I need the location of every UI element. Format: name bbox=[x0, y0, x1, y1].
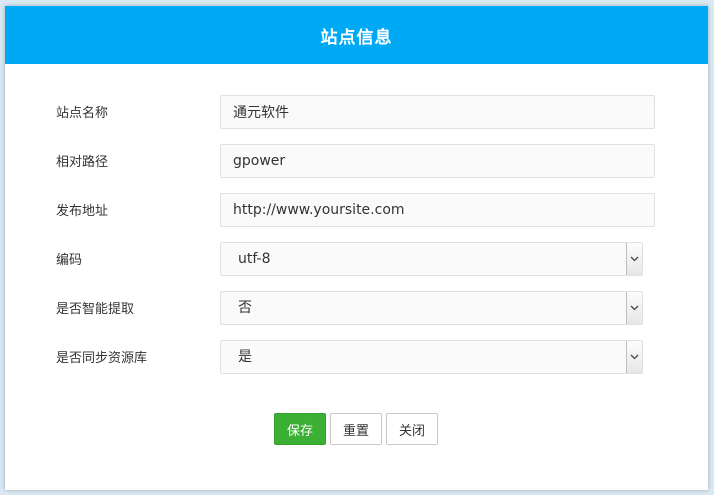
site-name-label: 站点名称 bbox=[56, 106, 109, 121]
form-row-sync-resource: 是否同步资源库 是 bbox=[5, 340, 708, 374]
sync-resource-select-value: 是 bbox=[238, 349, 252, 365]
smart-extract-label: 是否智能提取 bbox=[56, 302, 135, 317]
sync-resource-select[interactable]: 是 bbox=[220, 340, 643, 374]
sync-resource-label: 是否同步资源库 bbox=[56, 351, 148, 366]
chevron-down-icon bbox=[630, 305, 639, 311]
reset-button[interactable]: 重置 bbox=[330, 413, 382, 445]
smart-extract-select[interactable]: 否 bbox=[220, 291, 643, 325]
chevron-down-icon bbox=[630, 354, 639, 360]
form-row-site-name: 站点名称 bbox=[5, 95, 708, 129]
chevron-down-icon bbox=[630, 256, 639, 262]
form-row-publish-url: 发布地址 bbox=[5, 193, 708, 227]
form-row-smart-extract: 是否智能提取 否 bbox=[5, 291, 708, 325]
smart-extract-dropdown-button[interactable] bbox=[626, 292, 642, 324]
encoding-dropdown-button[interactable] bbox=[626, 243, 642, 275]
relative-path-label: 相对路径 bbox=[56, 155, 109, 170]
sync-resource-dropdown-button[interactable] bbox=[626, 341, 642, 373]
relative-path-input[interactable] bbox=[220, 144, 655, 178]
smart-extract-select-value: 否 bbox=[238, 300, 252, 316]
encoding-select[interactable]: utf-8 bbox=[220, 242, 643, 276]
dialog-header: 站点信息 bbox=[5, 6, 708, 64]
site-name-input[interactable] bbox=[220, 95, 655, 129]
publish-url-input[interactable] bbox=[220, 193, 655, 227]
site-info-dialog: 站点信息 站点名称 相对路径 发布地址 编码 utf-8 是否智能提取 否 bbox=[5, 6, 708, 490]
publish-url-label: 发布地址 bbox=[56, 204, 109, 219]
dialog-title: 站点信息 bbox=[320, 27, 393, 48]
form-row-encoding: 编码 utf-8 bbox=[5, 242, 708, 276]
form-row-relative-path: 相对路径 bbox=[5, 144, 708, 178]
encoding-label: 编码 bbox=[56, 253, 83, 268]
encoding-select-value: utf-8 bbox=[238, 251, 271, 267]
close-button[interactable]: 关闭 bbox=[386, 413, 438, 445]
save-button[interactable]: 保存 bbox=[274, 413, 326, 445]
